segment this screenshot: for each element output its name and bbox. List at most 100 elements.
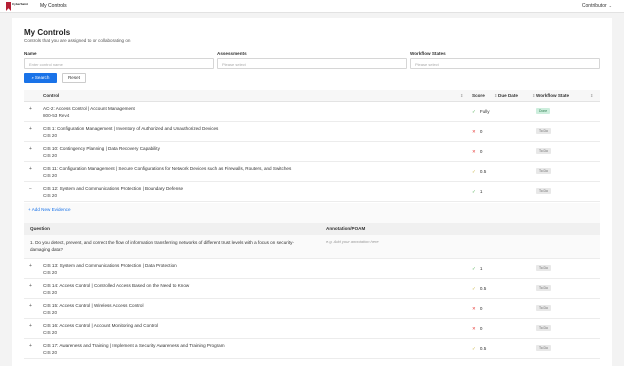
company-logo[interactable]: CyberSaint — [6, 2, 32, 11]
control-framework: CIS 20 — [43, 330, 58, 335]
column-control[interactable]: Control — [43, 93, 59, 98]
status-badge: To Do — [536, 188, 551, 194]
sort-workflow-icon[interactable]: ⇕ — [590, 93, 593, 98]
score-cell: ✕ 0 — [472, 129, 482, 135]
expand-icon[interactable]: + — [29, 106, 32, 112]
assessments-filter-select[interactable]: Please select — [217, 58, 407, 69]
status-badge: To Do — [536, 285, 551, 291]
table-row[interactable]: + CIS 14: Access Control | Controlled Ac… — [24, 279, 600, 299]
control-framework: CIS 20 — [43, 173, 58, 178]
reset-button[interactable]: Reset — [62, 73, 86, 83]
column-score[interactable]: Score — [472, 93, 485, 98]
main-panel: My Controls Controls that you are assign… — [12, 18, 612, 366]
control-title[interactable]: AC-2: Access Control | Account Managemen… — [43, 106, 135, 111]
column-workflow-state[interactable]: Workflow State — [536, 93, 569, 98]
control-framework: 800-53 Rev4 — [43, 113, 70, 118]
status-badge: To Do — [536, 128, 551, 134]
control-framework: CIS 20 — [43, 290, 58, 295]
partial-check-icon: ✓ — [472, 169, 476, 174]
table-row[interactable]: + CIS 13: System and Communications Prot… — [24, 259, 600, 279]
control-framework: CIS 20 — [43, 310, 58, 315]
score-value: 0.5 — [479, 286, 487, 291]
expand-icon[interactable]: + — [29, 166, 32, 172]
expand-icon[interactable]: + — [29, 343, 32, 349]
control-framework: CIS 20 — [43, 270, 58, 275]
logo-mark-icon — [6, 2, 11, 11]
sort-control-icon[interactable]: ⇕ — [460, 93, 463, 98]
sort-score-icon[interactable]: ⇕ — [494, 93, 497, 98]
cross-icon: ✕ — [472, 326, 476, 331]
sort-due-date-icon[interactable]: ⇕ — [532, 93, 535, 98]
expand-icon[interactable]: + — [29, 126, 32, 132]
add-evidence-link[interactable]: + Add New Evidence — [28, 207, 71, 212]
control-framework: CIS 20 — [43, 153, 58, 158]
check-icon: ✓ — [472, 266, 476, 271]
collapse-icon[interactable]: − — [29, 186, 32, 192]
status-badge: Done — [536, 108, 551, 114]
assessments-filter-label: Assessments — [217, 51, 247, 56]
score-cell: ✕ 0 — [472, 326, 482, 332]
expand-icon[interactable]: + — [29, 303, 32, 309]
score-value: 0 — [479, 129, 483, 134]
control-title[interactable]: CIS 14: Access Control | Controlled Acce… — [43, 283, 189, 288]
score-value: 0 — [479, 149, 483, 154]
score-value: 1 — [479, 266, 483, 271]
score-cell: ✓ 1 — [472, 189, 482, 195]
table-row[interactable]: + CIS 17: Awareness and Training | Imple… — [24, 339, 600, 359]
status-badge: To Do — [536, 305, 551, 311]
control-framework: CIS 20 — [43, 350, 58, 355]
score-value: Fully — [479, 109, 490, 114]
control-title[interactable]: CIS 1: Configuration Management | Invent… — [43, 126, 218, 131]
score-cell: ✓ 0.5 — [472, 286, 486, 292]
expand-icon[interactable]: + — [29, 283, 32, 289]
score-value: 0.5 — [479, 169, 487, 174]
role-label: Contributor — [581, 3, 607, 9]
score-cell: ✓ 1 — [472, 266, 482, 272]
table-row[interactable]: + CIS 11: Configuration Management | Sec… — [24, 162, 600, 182]
table-row[interactable]: − CIS 12: System and Communications Prot… — [24, 182, 600, 202]
control-title[interactable]: CIS 15: Access Control | Wireless Access… — [43, 303, 144, 308]
nav-title[interactable]: My Controls — [40, 3, 67, 9]
name-filter-input[interactable]: Enter control name — [24, 58, 214, 69]
control-title[interactable]: CIS 16: Access Control | Account Monitor… — [43, 323, 158, 328]
expand-icon[interactable]: + — [29, 323, 32, 329]
partial-check-icon: ✓ — [472, 286, 476, 291]
status-badge: To Do — [536, 325, 551, 331]
control-title[interactable]: CIS 17: Awareness and Training | Impleme… — [43, 343, 225, 348]
role-dropdown[interactable]: Contributor ⌄ — [582, 3, 612, 9]
page-title: My Controls — [24, 28, 71, 37]
table-row[interactable]: + CIS 15: Access Control | Wireless Acce… — [24, 299, 600, 319]
expand-icon[interactable]: + — [29, 263, 32, 269]
table-row[interactable]: + AC-2: Access Control | Account Managem… — [24, 102, 600, 122]
control-title[interactable]: CIS 11: Configuration Management | Secur… — [43, 166, 291, 171]
name-filter-label: Name — [24, 51, 37, 56]
annotation-input[interactable]: e.g. Add your annotation here — [326, 239, 379, 244]
score-value: 0 — [479, 306, 483, 311]
control-framework: CIS 20 — [43, 133, 58, 138]
status-badge: To Do — [536, 345, 551, 351]
control-title[interactable]: CIS 10: Contingency Planning | Data Reco… — [43, 146, 160, 151]
check-icon: ✓ — [472, 109, 476, 114]
workflow-filter-select[interactable]: Please select — [410, 58, 600, 69]
status-badge: To Do — [536, 148, 551, 154]
score-value: 1 — [479, 189, 483, 194]
search-button[interactable]: ⌕Search — [24, 73, 57, 83]
expand-icon[interactable]: + — [29, 146, 32, 152]
search-icon: ⌕ — [31, 75, 34, 80]
table-row[interactable]: + CIS 16: Access Control | Account Monit… — [24, 319, 600, 339]
annotation-header: Annotation/POAM — [326, 226, 366, 231]
score-cell: ✓ 0.5 — [472, 346, 486, 352]
partial-check-icon: ✓ — [472, 346, 476, 351]
question-text: 1. Do you detect, prevent, and correct t… — [30, 240, 294, 252]
table-header: Control ⇕ Score ⇕ Due Date ⇕ Workflow St… — [24, 90, 600, 102]
table-row[interactable]: + CIS 10: Contingency Planning | Data Re… — [24, 142, 600, 162]
cross-icon: ✕ — [472, 306, 476, 311]
status-badge: To Do — [536, 168, 551, 174]
table-row[interactable]: + CIS 1: Configuration Management | Inve… — [24, 122, 600, 142]
page-subtitle: Controls that you are assigned to or col… — [24, 38, 131, 43]
control-framework: CIS 20 — [43, 193, 58, 198]
control-title[interactable]: CIS 13: System and Communications Protec… — [43, 263, 177, 268]
score-cell: ✕ 0 — [472, 306, 482, 312]
control-title[interactable]: CIS 12: System and Communications Protec… — [43, 186, 183, 191]
column-due-date[interactable]: Due Date — [498, 93, 518, 98]
